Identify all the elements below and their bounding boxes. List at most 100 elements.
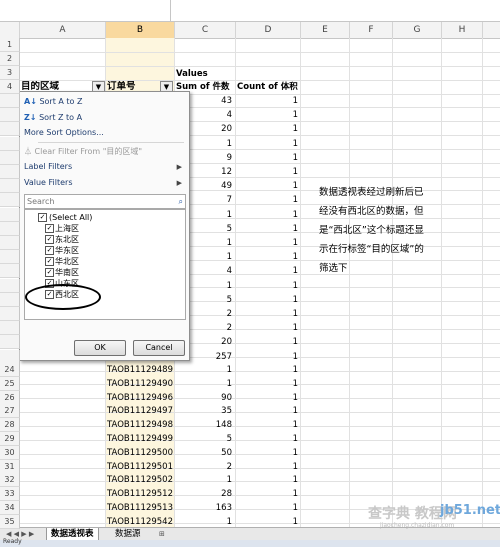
row-header[interactable]: 34 [0, 501, 20, 515]
pivot-count-cell[interactable]: 1 [237, 377, 298, 391]
row-header[interactable]: 27 [0, 404, 20, 419]
pivot-sum-cell[interactable]: 5 [176, 222, 232, 236]
row-header[interactable] [0, 193, 20, 208]
row-header[interactable] [0, 207, 20, 222]
row-header[interactable]: 2 [0, 52, 20, 66]
pivot-order-cell[interactable]: TAOB11129497 [107, 404, 173, 418]
pivot-count-cell[interactable]: 1 [237, 293, 298, 307]
pivot-order-cell[interactable]: TAOB11129542 [107, 515, 173, 529]
row-header[interactable]: 29 [0, 432, 20, 446]
checkbox-checked-icon[interactable]: ✓ [45, 246, 54, 255]
pivot-sum-cell[interactable]: 5 [176, 432, 232, 446]
row-header[interactable] [0, 94, 20, 108]
pivot-count-cell[interactable]: 1 [237, 236, 298, 250]
pivot-count-cell[interactable]: 1 [237, 446, 298, 460]
pivot-count-cell[interactable]: 1 [237, 165, 298, 179]
row-header[interactable] [0, 165, 20, 179]
filter-item[interactable]: ✓ 华南区 [45, 267, 79, 278]
ok-button[interactable]: OK [74, 340, 126, 356]
clear-filter-item[interactable]: ⏃ Clear Filter From "目的区域" [24, 145, 184, 159]
column-header-c[interactable]: C [175, 22, 236, 38]
pivot-count-cell[interactable]: 1 [237, 321, 298, 335]
column-header-d[interactable]: D [236, 22, 301, 38]
filter-item-select-all[interactable]: ✓ (Select All) [38, 212, 92, 223]
pivot-sum-cell[interactable]: 9 [176, 151, 232, 165]
pivot-sum-cell[interactable]: 148 [176, 418, 232, 432]
pivot-order-cell[interactable]: TAOB11129512 [107, 487, 173, 501]
pivot-count-cell[interactable]: 1 [237, 208, 298, 222]
pivot-sum-cell[interactable]: 2 [176, 460, 232, 474]
checkbox-checked-icon[interactable]: ✓ [45, 268, 54, 277]
pivot-count-cell[interactable]: 1 [237, 473, 298, 487]
pivot-count-cell[interactable]: 1 [237, 94, 298, 108]
pivot-count-cell[interactable]: 1 [237, 404, 298, 418]
checkbox-checked-icon[interactable]: ✓ [45, 235, 54, 244]
pivot-sum-cell[interactable]: 1 [176, 137, 232, 151]
row-header[interactable] [0, 349, 20, 364]
pivot-sum-cell[interactable]: 1 [176, 208, 232, 222]
pivot-sum-cell[interactable]: 12 [176, 165, 232, 179]
pivot-order-cell[interactable]: TAOB11129502 [107, 473, 173, 487]
pivot-sum-cell[interactable]: 5 [176, 293, 232, 307]
pivot-order-cell[interactable]: TAOB11129498 [107, 418, 173, 432]
filter-item[interactable]: ✓ 华北区 [45, 256, 79, 267]
pivot-count-cell[interactable]: 1 [237, 335, 298, 349]
pivot-sum-cell[interactable]: 1 [176, 279, 232, 293]
more-sort-options-item[interactable]: More Sort Options... [24, 126, 184, 140]
column-header-h[interactable]: H [442, 22, 483, 38]
pivot-sum-cell[interactable]: 90 [176, 391, 232, 405]
pivot-count-cell[interactable]: 1 [237, 108, 298, 122]
sort-az-item[interactable]: A↓ Sort A to Z [24, 95, 184, 109]
pivot-count-cell[interactable]: 1 [237, 250, 298, 264]
tab-data-source[interactable]: 数据源 [111, 528, 145, 540]
checkbox-checked-icon[interactable]: ✓ [38, 213, 47, 222]
pivot-count-cell[interactable]: 1 [237, 122, 298, 136]
column-header-a[interactable]: A [20, 22, 106, 38]
row-header[interactable]: 3 [0, 66, 20, 80]
select-all-corner[interactable] [0, 22, 20, 38]
pivot-sum-cell[interactable]: 1 [176, 250, 232, 264]
pivot-sum-cell[interactable]: 163 [176, 501, 232, 515]
pivot-sum-cell[interactable]: 43 [176, 94, 232, 108]
pivot-order-cell[interactable]: TAOB11129489 [107, 363, 173, 377]
pivot-count-cell[interactable]: 1 [237, 222, 298, 236]
pivot-count-cell[interactable]: 1 [237, 179, 298, 193]
pivot-sum-cell[interactable]: 28 [176, 487, 232, 501]
pivot-sum-cell[interactable]: 7 [176, 193, 232, 207]
pivot-order-cell[interactable]: TAOB11129490 [107, 377, 173, 391]
row-header[interactable] [0, 122, 20, 137]
pivot-order-cell[interactable]: TAOB11129501 [107, 460, 173, 474]
pivot-sum-cell[interactable]: 1 [176, 236, 232, 250]
pivot-count-cell[interactable]: 1 [237, 193, 298, 207]
pivot-sum-cell[interactable]: 1 [176, 363, 232, 377]
row-header[interactable]: 30 [0, 445, 20, 460]
row-header[interactable] [0, 292, 20, 307]
row-header[interactable] [0, 278, 20, 293]
row-header[interactable]: 4 [0, 80, 20, 94]
name-box[interactable] [0, 0, 171, 22]
row-header[interactable] [0, 335, 20, 350]
row-header[interactable]: 24 [0, 363, 20, 377]
row-header[interactable]: 1 [0, 38, 20, 52]
pivot-count-cell[interactable]: 1 [237, 307, 298, 321]
row-header[interactable]: 26 [0, 390, 20, 405]
pivot-count-cell[interactable]: 1 [237, 432, 298, 446]
row-header[interactable] [0, 179, 20, 194]
sort-za-item[interactable]: Z↓ Sort Z to A [24, 111, 184, 125]
row-header[interactable]: 31 [0, 459, 20, 474]
label-filters-item[interactable]: Label Filters ▶ [24, 160, 184, 174]
pivot-count-cell[interactable]: 1 [237, 460, 298, 474]
pivot-sum-cell[interactable]: 35 [176, 404, 232, 418]
checkbox-checked-icon[interactable]: ✓ [45, 224, 54, 233]
pivot-count-cell[interactable]: 1 [237, 279, 298, 293]
row-header[interactable] [0, 150, 20, 165]
pivot-sum-cell[interactable]: 1 [176, 515, 232, 529]
filter-item[interactable]: ✓ 上海区 [45, 223, 79, 234]
pivot-order-cell[interactable]: TAOB11129513 [107, 501, 173, 515]
formula-input[interactable] [171, 0, 500, 22]
pivot-sum-cell[interactable]: 49 [176, 179, 232, 193]
column-header-g[interactable]: G [393, 22, 442, 38]
row-header[interactable]: 35 [0, 514, 20, 529]
row-header[interactable] [0, 250, 20, 265]
pivot-count-cell[interactable]: 1 [237, 501, 298, 515]
